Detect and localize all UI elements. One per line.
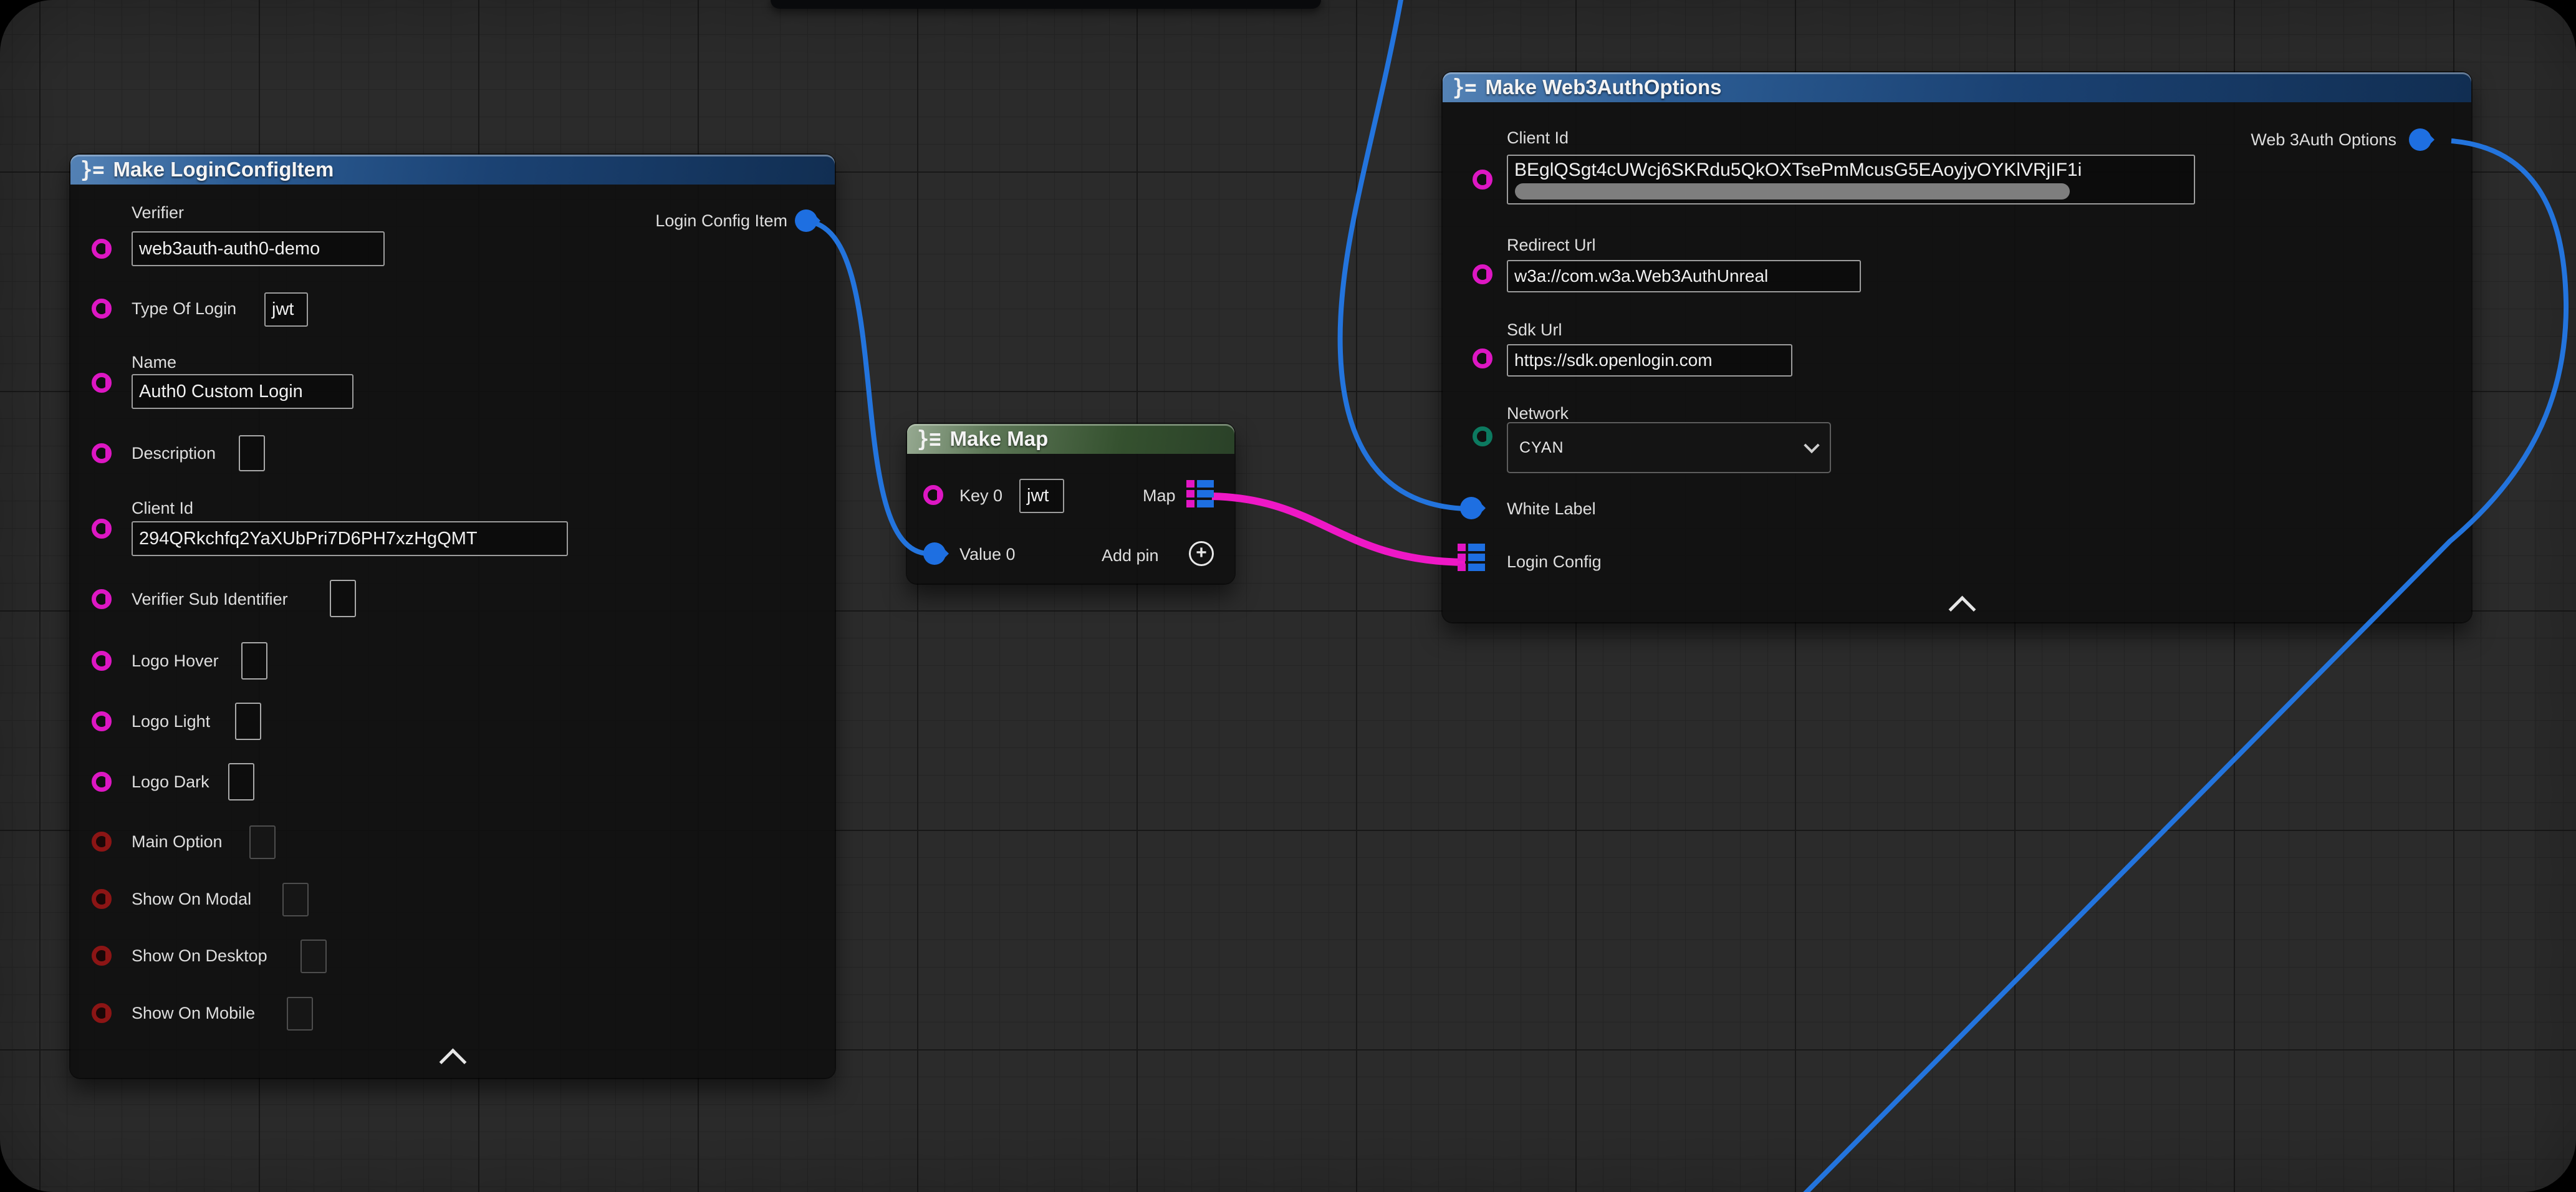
key0-pin[interactable] — [923, 485, 943, 505]
show-on-modal-pin[interactable] — [92, 889, 112, 909]
logo-light-pin[interactable] — [92, 711, 112, 731]
map-output-pin[interactable] — [1186, 480, 1214, 507]
client-id-input[interactable]: 294QRkchfq2YaXUbPri7D6PH7xzHgQMT — [132, 521, 568, 556]
chevron-down-icon — [1804, 438, 1819, 453]
show-on-mobile-checkbox[interactable] — [287, 997, 313, 1031]
make-struct-icon: }= — [1453, 76, 1477, 98]
web3auth-options-output-pin[interactable] — [2409, 128, 2431, 151]
network-pin[interactable] — [1473, 426, 1492, 446]
node-header[interactable]: }≡ Make Map — [907, 424, 1234, 454]
show-on-mobile-label: Show On Mobile — [132, 1004, 255, 1023]
network-selected-value: CYAN — [1519, 439, 1564, 457]
verifier-sub-identifier-label: Verifier Sub Identifier — [132, 590, 288, 609]
description-label: Description — [132, 444, 216, 463]
redirect-url-pin[interactable] — [1473, 264, 1492, 284]
collapse-chevron-icon[interactable] — [440, 1049, 467, 1076]
show-on-mobile-pin[interactable] — [92, 1003, 112, 1023]
white-label-pin[interactable] — [1460, 497, 1483, 519]
node-title: Make Map — [950, 427, 1049, 451]
verifier-pin[interactable] — [92, 239, 112, 259]
main-option-checkbox[interactable] — [249, 825, 276, 859]
logo-dark-pin[interactable] — [92, 772, 112, 792]
value0-label: Value 0 — [959, 545, 1016, 564]
login-config-label: Login Config — [1507, 552, 1602, 572]
client-id-label: Client Id — [1507, 128, 1569, 148]
show-on-modal-label: Show On Modal — [132, 890, 251, 909]
logo-light-label: Logo Light — [132, 712, 210, 731]
node-header[interactable]: }= Make Web3AuthOptions — [1443, 72, 2471, 102]
wire-map-to-loginconfig[interactable] — [1212, 496, 1465, 562]
verifier-input[interactable]: web3auth-auth0-demo — [132, 231, 385, 266]
type-of-login-input[interactable]: jwt — [264, 292, 308, 327]
value0-pin[interactable] — [923, 542, 946, 565]
show-on-desktop-label: Show On Desktop — [132, 946, 267, 966]
name-label: Name — [132, 353, 176, 372]
verifier-sub-identifier-pin[interactable] — [92, 589, 112, 609]
node-make-map[interactable]: }≡ Make Map Key 0 jwt Map Value 0 Add pi… — [907, 424, 1234, 584]
add-pin-label: Add pin — [1102, 546, 1159, 565]
login-config-pin[interactable] — [1458, 544, 1485, 571]
description-pin[interactable] — [92, 443, 112, 463]
client-id-label: Client Id — [132, 499, 193, 518]
client-id-pin[interactable] — [92, 519, 112, 539]
type-of-login-pin[interactable] — [92, 299, 112, 319]
add-pin-icon[interactable]: + — [1189, 541, 1214, 566]
logo-hover-pin[interactable] — [92, 651, 112, 671]
logo-dark-input[interactable] — [228, 763, 254, 800]
client-id-pin[interactable] — [1473, 170, 1492, 190]
main-option-label: Main Option — [132, 832, 223, 852]
network-label: Network — [1507, 404, 1569, 423]
show-on-modal-checkbox[interactable] — [282, 883, 309, 916]
collapse-chevron-icon[interactable] — [1949, 596, 1976, 623]
logo-dark-label: Logo Dark — [132, 772, 209, 792]
verifier-label: Verifier — [132, 203, 184, 223]
node-title: Make LoginConfigItem — [113, 158, 334, 181]
node-header[interactable]: }= Make LoginConfigItem — [70, 155, 835, 185]
white-label-label: White Label — [1507, 499, 1596, 519]
name-input[interactable]: Auth0 Custom Login — [132, 374, 353, 409]
sdk-url-input[interactable]: https://sdk.openlogin.com — [1507, 344, 1792, 377]
logo-light-input[interactable] — [235, 703, 261, 740]
node-title: Make Web3AuthOptions — [1486, 75, 1722, 99]
make-map-icon: }≡ — [917, 428, 941, 449]
redirect-url-label: Redirect Url — [1507, 236, 1596, 255]
name-pin[interactable] — [92, 373, 112, 393]
show-on-desktop-checkbox[interactable] — [300, 940, 327, 973]
make-struct-icon: }= — [80, 158, 105, 180]
client-id-hscrollbar[interactable] — [1515, 183, 2070, 199]
login-config-item-output-pin[interactable] — [795, 209, 817, 232]
sdk-url-pin[interactable] — [1473, 348, 1492, 368]
key0-input[interactable]: jwt — [1019, 479, 1064, 513]
redirect-url-input[interactable]: w3a://com.w3a.Web3AuthUnreal — [1507, 260, 1861, 292]
node-make-loginconfigitem[interactable]: }= Make LoginConfigItem Verifier web3aut… — [70, 155, 835, 1078]
show-on-desktop-pin[interactable] — [92, 946, 112, 966]
description-input[interactable] — [239, 435, 265, 471]
type-of-login-label: Type Of Login — [132, 299, 236, 319]
map-output-label: Map — [1143, 486, 1176, 506]
blueprint-canvas[interactable]: }= Make LoginConfigItem Verifier web3aut… — [0, 0, 2576, 1192]
logo-hover-label: Logo Hover — [132, 651, 219, 671]
offscreen-node-fragment — [771, 0, 1321, 9]
web3auth-options-output-label: Web 3Auth Options — [2251, 130, 2396, 150]
sdk-url-label: Sdk Url — [1507, 320, 1562, 340]
login-config-item-output-label: Login Config Item — [655, 211, 787, 231]
key0-label: Key 0 — [959, 486, 1002, 506]
verifier-sub-identifier-input[interactable] — [330, 580, 356, 617]
logo-hover-input[interactable] — [241, 642, 267, 680]
node-make-web3authoptions[interactable]: }= Make Web3AuthOptions Client Id BEglQS… — [1443, 72, 2471, 622]
main-option-pin[interactable] — [92, 832, 112, 852]
network-dropdown[interactable]: CYAN — [1507, 422, 1831, 473]
